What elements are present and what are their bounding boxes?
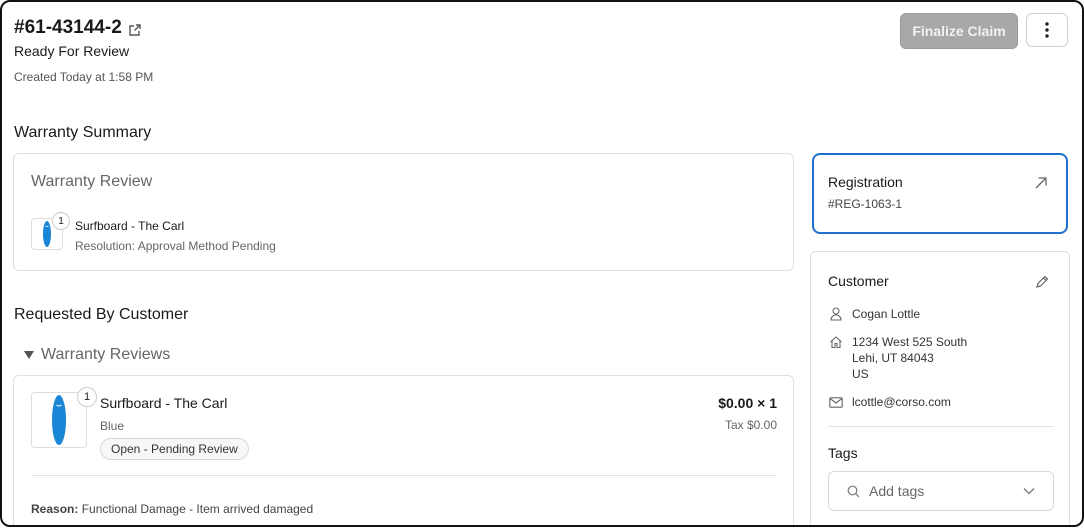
kebab-icon <box>1045 22 1049 38</box>
pencil-icon[interactable] <box>1035 275 1049 289</box>
warranty-review-title: Warranty Review <box>31 173 153 190</box>
reason-row: Reason: Functional Damage - Item arrived… <box>31 502 313 516</box>
tags-input[interactable]: Add tags <box>828 471 1054 511</box>
claim-status: Ready For Review <box>14 43 130 59</box>
divider <box>31 475 776 476</box>
claim-id: #61-43144-2 <box>14 17 122 38</box>
customer-card: Customer Cogan Lottle 1234 West 525 Sout… <box>810 251 1070 525</box>
quantity-badge: 1 <box>52 212 70 230</box>
requested-by-customer-title: Requested By Customer <box>14 306 189 323</box>
claim-window: #61-43144-2 Ready For Review Created Tod… <box>0 0 1084 527</box>
reason-label: Reason: <box>31 502 79 516</box>
search-icon <box>847 485 860 498</box>
warranty-review-card: Warranty Review 1 Surfboard - The Carl R… <box>13 153 794 271</box>
registration-card[interactable]: Registration #REG-1063-1 <box>812 153 1068 234</box>
item-name: Surfboard - The Carl <box>75 219 185 233</box>
tags-placeholder: Add tags <box>869 483 925 499</box>
requested-item-card: 1 Surfboard - The Carl Blue Open - Pendi… <box>13 375 794 525</box>
status-badge: Open - Pending Review <box>100 438 249 460</box>
home-icon <box>830 336 842 349</box>
item-resolution: Resolution: Approval Method Pending <box>75 239 276 253</box>
quantity-badge: 1 <box>77 387 97 407</box>
address-line-1: 1234 West 525 South <box>852 335 968 349</box>
surfboard-icon <box>52 395 66 445</box>
user-icon <box>830 307 842 321</box>
registration-title: Registration <box>828 174 903 190</box>
item-name: Surfboard - The Carl <box>100 395 228 411</box>
address-line-2: Lehi, UT 84043 <box>852 351 934 365</box>
surfboard-icon <box>43 221 51 247</box>
customer-email[interactable]: lcottle@corso.com <box>852 395 951 409</box>
registration-id: #REG-1063-1 <box>828 197 903 211</box>
customer-title: Customer <box>828 273 889 289</box>
created-timestamp: Created Today at 1:58 PM <box>14 70 154 84</box>
external-link-icon[interactable] <box>128 21 142 36</box>
arrow-up-right-icon[interactable] <box>1034 176 1048 190</box>
collapse-triangle-icon[interactable] <box>24 351 34 359</box>
claim-header: #61-43144-2 <box>14 17 142 39</box>
reason-value: Functional Damage - Item arrived damaged <box>81 502 314 516</box>
item-tax: Tax $0.00 <box>724 418 777 432</box>
chevron-down-icon[interactable] <box>1023 487 1035 495</box>
finalize-claim-button[interactable]: Finalize Claim <box>900 13 1018 49</box>
more-options-button[interactable] <box>1026 13 1068 47</box>
item-price: $0.00 × 1 <box>718 395 777 411</box>
address-line-3: US <box>852 367 869 381</box>
tags-title: Tags <box>828 445 858 461</box>
item-variant: Blue <box>100 419 125 433</box>
warranty-reviews-group-title[interactable]: Warranty Reviews <box>41 346 170 364</box>
mail-icon <box>829 397 843 408</box>
divider <box>828 426 1054 427</box>
warranty-summary-title: Warranty Summary <box>14 124 152 141</box>
customer-name: Cogan Lottle <box>852 307 921 321</box>
